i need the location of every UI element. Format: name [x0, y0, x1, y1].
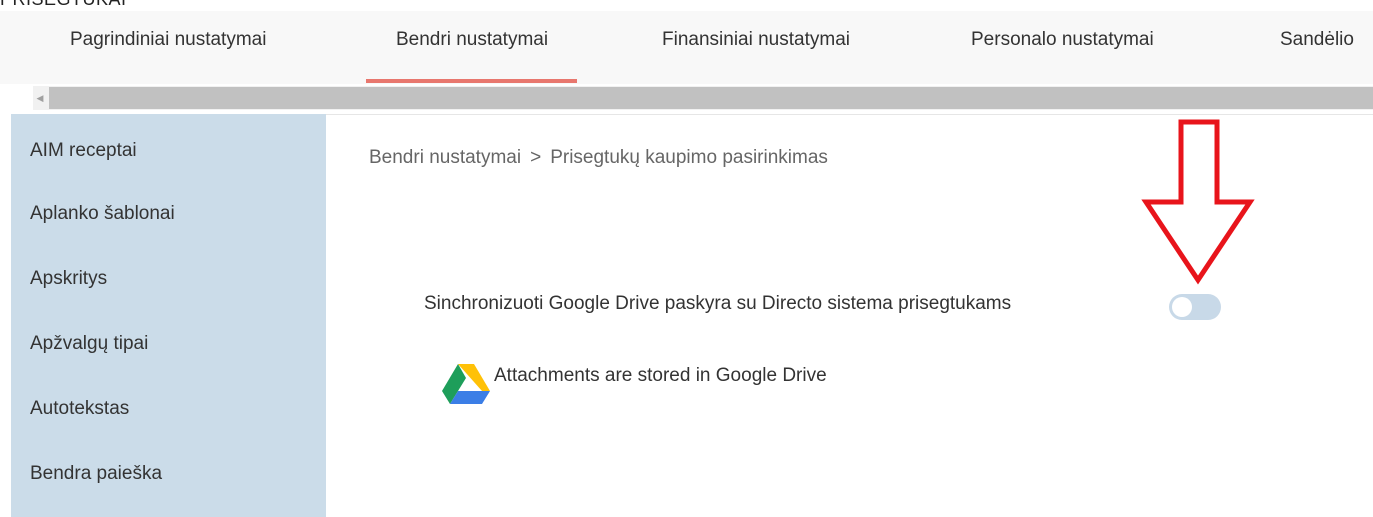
- tab-sandelio[interactable]: Sandėlio: [1280, 11, 1354, 84]
- breadcrumb-current: Prisegtukų kaupimo pasirinkimas: [550, 147, 828, 168]
- google-drive-icon: [442, 364, 490, 404]
- breadcrumb-parent[interactable]: Bendri nustatymai: [369, 147, 521, 168]
- breadcrumb: Bendri nustatymai > Prisegtukų kaupimo pas…: [369, 147, 828, 169]
- google-drive-sync-toggle[interactable]: [1169, 294, 1221, 320]
- page-heading: PRISEGTUKAI: [0, 0, 300, 11]
- storage-note-text: Attachments are stored in Google Drive: [494, 365, 827, 386]
- sidebar-item-bendra-paieska[interactable]: Bendra paieška: [30, 463, 162, 485]
- tab-personalo[interactable]: Personalo nustatymai: [971, 11, 1154, 84]
- sidebar-item-aplanko-sablonai[interactable]: Aplanko šablonai: [30, 203, 175, 225]
- sidebar-item-autotekstas[interactable]: Autotekstas: [30, 398, 129, 420]
- sidebar-item-apzvalgu-tipai[interactable]: Apžvalgų tipai: [30, 333, 148, 355]
- settings-tab-bar: Pagrindiniai nustatymai Bendri nustatyma…: [0, 11, 1373, 84]
- toggle-knob: [1172, 297, 1192, 317]
- tab-pagrindiniai[interactable]: Pagrindiniai nustatymai: [70, 11, 266, 84]
- breadcrumb-separator: >: [530, 147, 542, 168]
- google-drive-sync-label: Sinchronizuoti Google Drive paskyra su D…: [424, 293, 1012, 314]
- settings-sidebar: AIM receptai Aplanko šablonai Apskritys …: [11, 114, 326, 517]
- tab-bendri[interactable]: Bendri nustatymai: [365, 11, 578, 84]
- red-down-arrow-icon: [1141, 119, 1255, 285]
- horizontal-scrollbar[interactable]: ◀: [33, 86, 1373, 110]
- scroll-thumb[interactable]: [49, 87, 1373, 109]
- sidebar-item-aim-receptai[interactable]: AIM receptai: [30, 140, 137, 162]
- sidebar-item-apskritys[interactable]: Apskritys: [30, 268, 107, 290]
- tab-finansiniai[interactable]: Finansiniai nustatymai: [662, 11, 850, 84]
- scroll-left-icon[interactable]: ◀: [33, 86, 47, 110]
